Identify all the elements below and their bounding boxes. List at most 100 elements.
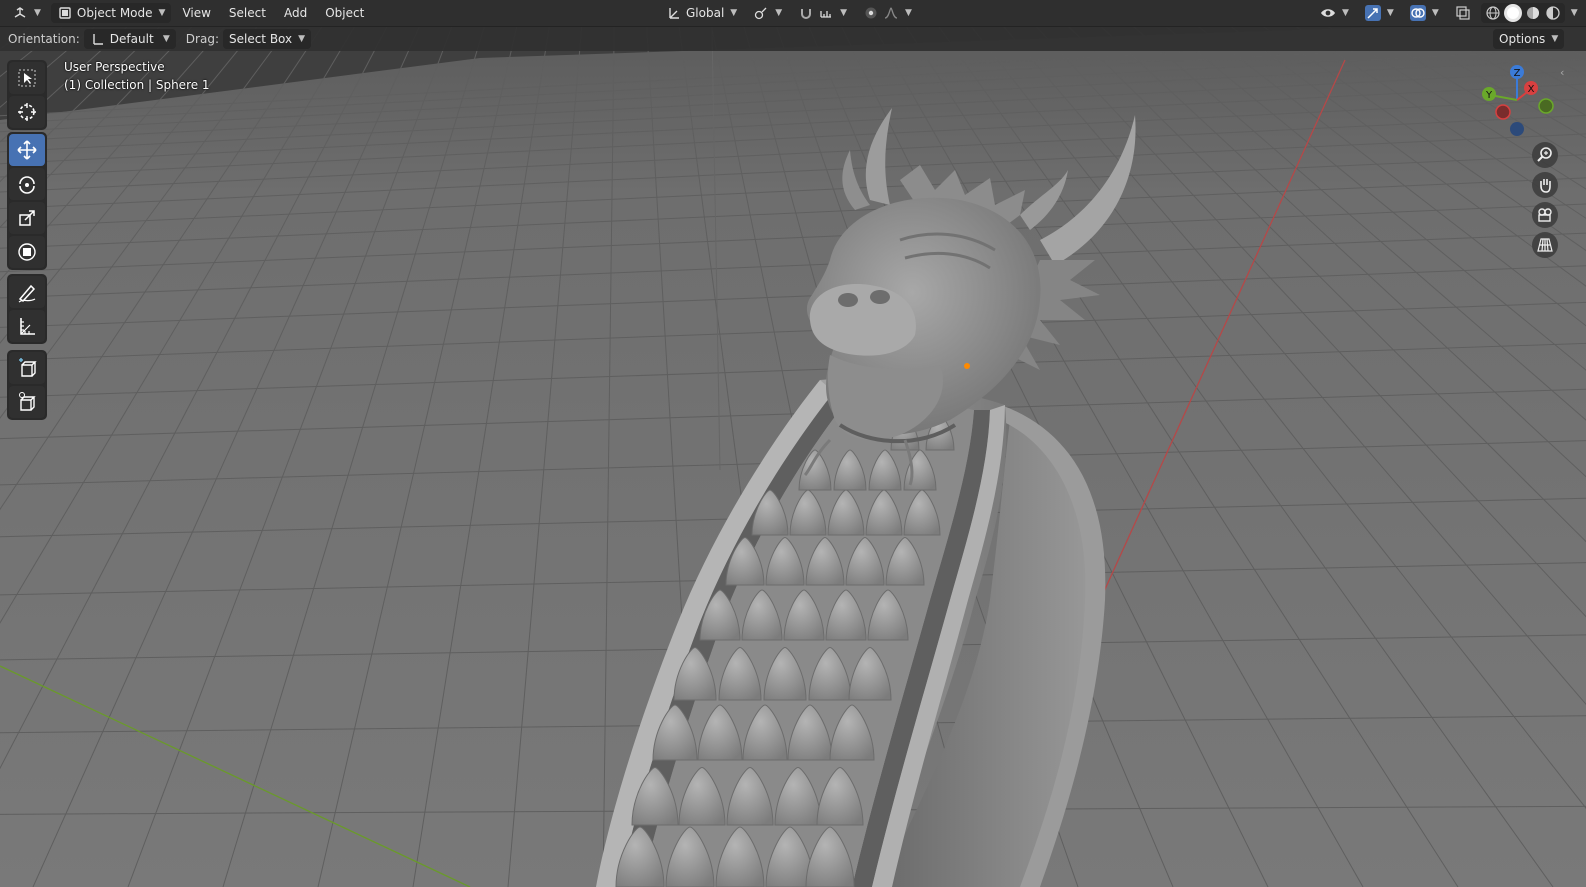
gizmo-x-label: X bbox=[1528, 84, 1535, 95]
gizmo-icon bbox=[1364, 5, 1381, 21]
shading-mode-group bbox=[1480, 3, 1565, 23]
solid-shading-icon[interactable] bbox=[1503, 4, 1522, 22]
chevron-down-icon: ▼ bbox=[1342, 8, 1349, 18]
mode-label: Object Mode bbox=[76, 6, 153, 20]
gizmo-neg-z[interactable] bbox=[1510, 122, 1524, 136]
chevron-down-icon: ▼ bbox=[840, 8, 848, 18]
object-origin bbox=[964, 363, 970, 369]
menu-select[interactable]: Select bbox=[222, 3, 273, 23]
object-mode-icon bbox=[57, 5, 73, 21]
chevron-down-icon: ▼ bbox=[1386, 8, 1394, 18]
rotate-tool[interactable] bbox=[9, 168, 45, 200]
chevron-down-icon: ▼ bbox=[730, 8, 738, 18]
transform-tool[interactable] bbox=[9, 236, 45, 268]
proportional-editing-toggle[interactable]: ▼ bbox=[857, 3, 918, 23]
toolbar-group-select bbox=[7, 60, 47, 130]
chevron-down-icon: ▼ bbox=[775, 8, 783, 18]
mode-dropdown[interactable]: Object Mode ▼ bbox=[50, 3, 172, 23]
measure-tool[interactable] bbox=[9, 310, 45, 342]
orientation-axes-icon bbox=[90, 31, 106, 47]
perspective-toggle-button[interactable] bbox=[1532, 232, 1558, 258]
hand-icon bbox=[1540, 179, 1551, 193]
pivot-icon bbox=[753, 5, 769, 21]
drag-setting-dropdown[interactable]: Select Box ▼ bbox=[222, 29, 312, 49]
toolbar-group-add bbox=[7, 350, 47, 420]
scale-tool[interactable] bbox=[9, 202, 45, 234]
gizmo-neg-x[interactable] bbox=[1495, 104, 1511, 120]
zoom-button[interactable] bbox=[1532, 142, 1558, 168]
move-arrows-icon bbox=[17, 140, 37, 160]
rendered-shading-icon[interactable] bbox=[1544, 4, 1562, 22]
add-cube-icon bbox=[19, 358, 37, 377]
navigation-gizmo[interactable]: Z X Y bbox=[1476, 60, 1566, 144]
camera-view-button[interactable] bbox=[1532, 202, 1558, 228]
orientation-label: Global bbox=[686, 6, 725, 20]
material-preview-icon[interactable] bbox=[1524, 4, 1542, 22]
ruler-icon bbox=[20, 318, 35, 335]
gizmo-neg-y[interactable] bbox=[1538, 98, 1554, 114]
menu-add[interactable]: Add bbox=[277, 3, 314, 23]
transform-orientation-dropdown[interactable]: Global ▼ bbox=[660, 3, 743, 23]
chevron-down-icon: ▼ bbox=[162, 34, 170, 44]
chevron-down-icon: ▼ bbox=[1431, 8, 1439, 18]
cursor-tool[interactable] bbox=[9, 96, 45, 128]
blender-window: ▼ Object Mode ▼ View Select Add Object G… bbox=[0, 0, 1586, 887]
pivot-point-dropdown[interactable]: ▼ bbox=[747, 3, 788, 23]
snap-toggle[interactable]: ▼ bbox=[792, 3, 853, 23]
snap-increment-icon bbox=[818, 5, 834, 21]
orientation-setting-label: Orientation: bbox=[8, 32, 80, 46]
gizmo-z-label: Z bbox=[1514, 68, 1521, 79]
falloff-curve-icon bbox=[883, 5, 899, 21]
scale-icon bbox=[19, 210, 35, 226]
toolbar-group-transform bbox=[7, 132, 47, 270]
select-box-tool[interactable] bbox=[9, 62, 45, 94]
object-visibility-dropdown[interactable]: ▼ bbox=[1314, 3, 1355, 23]
pan-button[interactable] bbox=[1532, 172, 1558, 198]
overlays-icon bbox=[1409, 5, 1426, 21]
extrude-tool[interactable] bbox=[9, 386, 45, 418]
viewport-canvas[interactable] bbox=[0, 0, 1586, 887]
3d-viewport[interactable] bbox=[0, 0, 1586, 887]
zoom-icon bbox=[1537, 147, 1552, 162]
orientation-setting-value: Default bbox=[109, 32, 154, 46]
viewport-header: ▼ Object Mode ▼ View Select Add Object G… bbox=[0, 0, 1586, 27]
gizmo-y-label: Y bbox=[1485, 90, 1493, 101]
transform-icon bbox=[18, 243, 36, 261]
toolbar-group-annotate bbox=[7, 274, 47, 344]
gizmo-toggle[interactable]: ▼ bbox=[1359, 3, 1400, 23]
overlays-toggle[interactable]: ▼ bbox=[1404, 3, 1445, 23]
magnet-icon bbox=[798, 5, 814, 21]
xray-toggle[interactable] bbox=[1449, 3, 1477, 23]
chevron-down-icon: ▼ bbox=[298, 34, 306, 44]
shading-options-chevron[interactable]: ▼ bbox=[1571, 8, 1578, 18]
eye-icon bbox=[1320, 5, 1336, 21]
options-dropdown[interactable]: Options ▼ bbox=[1493, 29, 1565, 49]
orientation-axes-icon bbox=[666, 5, 682, 21]
drag-setting-value: Select Box bbox=[228, 32, 293, 46]
annotate-tool[interactable] bbox=[9, 276, 45, 308]
move-tool[interactable] bbox=[9, 134, 45, 166]
wireframe-shading-icon[interactable] bbox=[1484, 4, 1502, 22]
rotate-icon bbox=[19, 176, 35, 194]
orientation-setting-dropdown[interactable]: Default ▼ bbox=[83, 29, 176, 49]
view-name-label: User Perspective bbox=[64, 60, 165, 74]
sidebar-toggle-icon[interactable]: ‹ bbox=[1560, 66, 1564, 79]
xray-icon bbox=[1455, 5, 1471, 21]
menu-view[interactable]: View bbox=[175, 3, 217, 23]
chevron-down-icon: ▼ bbox=[1551, 34, 1559, 44]
drag-setting-label: Drag: bbox=[185, 32, 219, 46]
proportional-edit-icon bbox=[863, 5, 879, 21]
chevron-down-icon: ▼ bbox=[158, 8, 166, 18]
grid-perspective-icon bbox=[1537, 238, 1553, 252]
extrude-icon bbox=[19, 392, 36, 411]
add-cube-tool[interactable] bbox=[9, 352, 45, 384]
3d-viewport-icon bbox=[12, 5, 28, 21]
3d-cursor-icon bbox=[18, 103, 36, 121]
editor-type-button[interactable]: ▼ bbox=[6, 3, 47, 23]
menu-object[interactable]: Object bbox=[318, 3, 371, 23]
select-cursor-icon bbox=[18, 69, 36, 87]
chevron-down-icon: ▼ bbox=[905, 8, 912, 18]
tool-settings-bar: Orientation: Default ▼ Drag: Select Box … bbox=[0, 27, 1586, 51]
pencil-icon bbox=[18, 284, 36, 303]
collection-info-label: (1) Collection | Sphere 1 bbox=[64, 78, 210, 92]
